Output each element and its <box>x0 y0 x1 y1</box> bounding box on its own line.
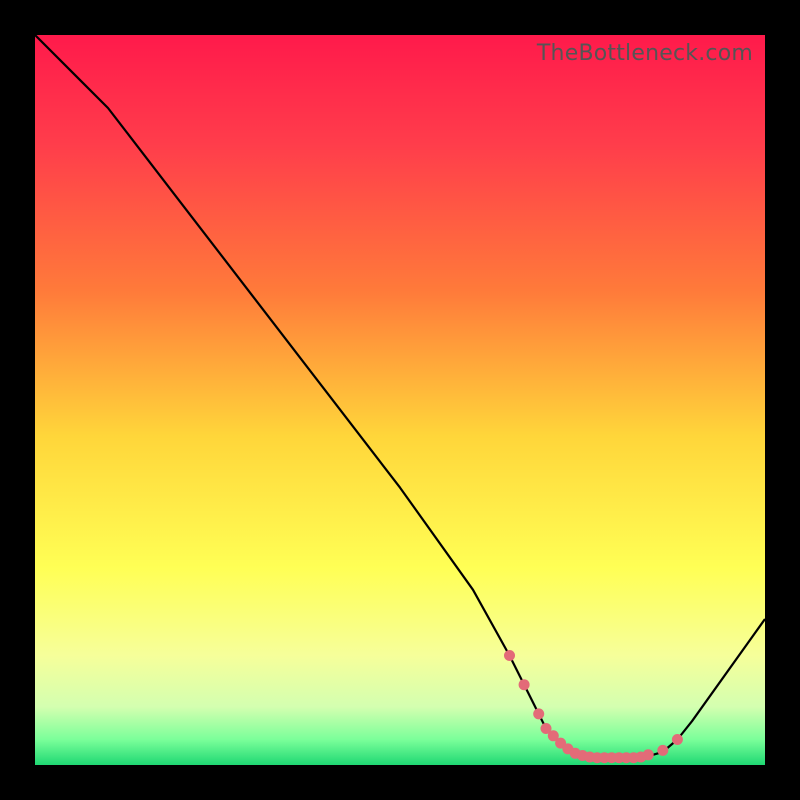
highlight-dots <box>504 650 683 763</box>
highlight-dot <box>657 745 668 756</box>
plot-area: TheBottleneck.com <box>35 35 765 765</box>
highlight-dot <box>533 708 544 719</box>
highlight-dot <box>504 650 515 661</box>
bottleneck-curve <box>35 35 765 758</box>
highlight-dot <box>672 734 683 745</box>
watermark-text: TheBottleneck.com <box>537 41 753 66</box>
series-layer <box>35 35 765 765</box>
chart-frame: TheBottleneck.com <box>0 0 800 800</box>
highlight-dot <box>643 749 654 760</box>
highlight-dot <box>519 679 530 690</box>
